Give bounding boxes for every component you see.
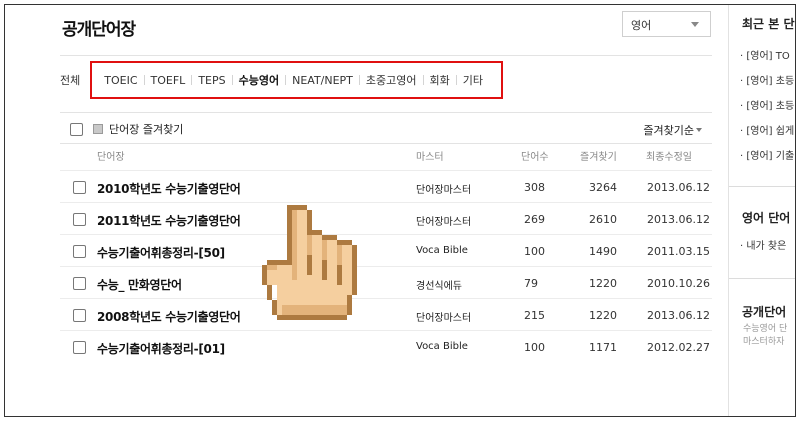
- category-filter: 전체 TOEIC TOEFL TEPS 수능영어 NEAT/NEPT 초중고영어…: [60, 60, 504, 100]
- column-header-date: 최종수정일: [646, 152, 692, 163]
- recent-item[interactable]: · [영어] TO: [740, 47, 790, 62]
- master-name[interactable]: Voca Bible: [416, 245, 468, 256]
- recent-item[interactable]: · [영어] 쉽게: [740, 122, 794, 137]
- last-modified-date: 2013.06.12: [647, 213, 710, 226]
- my-wordbook-title: 영어 단어: [742, 211, 791, 225]
- wordbook-table: 2010학년도 수능기출영단어 단어장마스터 308 3264 2013.06.…: [60, 170, 712, 362]
- my-wordbook-item[interactable]: · 내가 찾은: [740, 237, 786, 252]
- master-name[interactable]: 단어장마스터: [416, 213, 471, 228]
- filter-conversation[interactable]: 회화: [424, 72, 456, 88]
- table-row: 2010학년도 수능기출영단어 단어장마스터 308 3264 2013.06.…: [60, 170, 712, 202]
- filter-toefl[interactable]: TOEFL: [145, 74, 192, 87]
- favorite-count: 1220: [589, 277, 617, 290]
- recent-item[interactable]: · [영어] 기출: [740, 147, 794, 162]
- favorite-count: 1490: [589, 245, 617, 258]
- page-title: 공개단어장: [62, 20, 136, 40]
- table-row: 수능기출어휘총정리-[50] Voca Bible 100 1490 2011.…: [60, 234, 712, 266]
- word-count: 79: [524, 277, 538, 290]
- chevron-down-icon: [691, 22, 699, 27]
- column-header-wordbook: 단어장: [97, 152, 125, 163]
- last-modified-date: 2013.06.12: [647, 181, 710, 194]
- public-wordbook-desc: 수능영어 단: [743, 324, 788, 334]
- wordbook-name-link[interactable]: 수능기출어휘총정리-[50]: [97, 244, 225, 261]
- table-row: 2011학년도 수능기출영단어 단어장마스터 269 2610 2013.06.…: [60, 202, 712, 234]
- row-checkbox[interactable]: [73, 181, 86, 194]
- hand-pointer-icon: [262, 205, 357, 320]
- row-checkbox[interactable]: [73, 213, 86, 226]
- favorites-bar: 단어장 즐겨찾기 즐겨찾기순: [60, 117, 712, 141]
- column-header-favorites: 즐겨찾기: [580, 152, 617, 163]
- column-header-count: 단어수: [521, 152, 549, 163]
- filter-teps[interactable]: TEPS: [192, 74, 231, 87]
- title-divider: [60, 55, 712, 56]
- word-count: 100: [524, 245, 545, 258]
- favorite-count: 1171: [589, 341, 617, 354]
- select-all-checkbox[interactable]: [70, 122, 83, 136]
- public-wordbook-section: 공개단어 수능영어 단 마스터하자: [729, 278, 795, 416]
- wordbook-name-link[interactable]: 수능기출어휘총정리-[01]: [97, 340, 225, 357]
- my-wordbook-section: 영어 단어 · 내가 찾은: [729, 186, 795, 286]
- header-divider: [60, 143, 712, 144]
- language-select-value: 영어: [631, 19, 652, 32]
- table-row: 2008학년도 수능기출영단어 단어장마스터 215 1220 2013.06.…: [60, 298, 712, 330]
- table-row: 수능기출어휘총정리-[01] Voca Bible 100 1171 2012.…: [60, 330, 712, 362]
- filter-divider: [60, 112, 712, 113]
- wordbook-name-link[interactable]: 2008학년도 수능기출영단어: [97, 308, 241, 325]
- wordbook-name-link[interactable]: 2010학년도 수능기출영단어: [97, 180, 241, 197]
- word-count: 215: [524, 309, 545, 322]
- caret-down-icon: [696, 128, 702, 132]
- word-count: 308: [524, 181, 545, 194]
- row-checkbox[interactable]: [73, 277, 86, 290]
- filter-etc[interactable]: 기타: [457, 72, 489, 88]
- master-name[interactable]: 단어장마스터: [416, 181, 471, 196]
- filter-all[interactable]: 전체: [60, 72, 80, 88]
- sort-label: 즐겨찾기순: [643, 124, 694, 137]
- favorite-count: 3264: [589, 181, 617, 194]
- table-row: 수능_ 만화영단어 경선식에듀 79 1220 2010.10.26: [60, 266, 712, 298]
- filter-toeic[interactable]: TOEIC: [98, 74, 143, 87]
- public-wordbook-title: 공개단어: [742, 305, 787, 319]
- row-checkbox[interactable]: [73, 309, 86, 322]
- master-name[interactable]: 경선식에듀: [416, 277, 462, 292]
- public-wordbook-desc: 마스터하자: [743, 337, 785, 347]
- last-modified-date: 2013.06.12: [647, 309, 710, 322]
- sort-dropdown[interactable]: 즐겨찾기순: [643, 122, 702, 138]
- word-count: 100: [524, 341, 545, 354]
- filter-highlight-box: TOEIC TOEFL TEPS 수능영어 NEAT/NEPT 초중고영어 회화…: [90, 61, 504, 99]
- favorites-label[interactable]: 단어장 즐겨찾기: [109, 121, 183, 137]
- wordbook-name-link[interactable]: 수능_ 만화영단어: [97, 276, 182, 293]
- right-sidebar: 최근 본 단 · [영어] TO · [영어] 초등 · [영어] 초등 · […: [728, 5, 795, 416]
- wordbook-name-link[interactable]: 2011학년도 수능기출영단어: [97, 212, 241, 229]
- last-modified-date: 2012.02.27: [647, 341, 710, 354]
- filter-school[interactable]: 초중고영어: [360, 72, 423, 88]
- favorite-count: 1220: [589, 309, 617, 322]
- wordbook-icon: [93, 124, 103, 134]
- recent-wordbooks-title: 최근 본 단: [742, 17, 795, 31]
- favorite-count: 2610: [589, 213, 617, 226]
- filter-suneung[interactable]: 수능영어: [233, 72, 285, 88]
- row-checkbox[interactable]: [73, 341, 86, 354]
- recent-item[interactable]: · [영어] 초등: [740, 97, 794, 112]
- master-name[interactable]: 단어장마스터: [416, 309, 471, 324]
- last-modified-date: 2010.10.26: [647, 277, 710, 290]
- row-checkbox[interactable]: [73, 245, 86, 258]
- master-name[interactable]: Voca Bible: [416, 341, 468, 352]
- filter-neat-nept[interactable]: NEAT/NEPT: [286, 74, 359, 87]
- recent-item[interactable]: · [영어] 초등: [740, 72, 794, 87]
- main-content: 공개단어장 영어 전체 TOEIC TOEFL TEPS 수능영어 NEAT/N…: [60, 5, 715, 416]
- word-count: 269: [524, 213, 545, 226]
- column-header-master: 마스터: [416, 152, 444, 163]
- app-window: 공개단어장 영어 전체 TOEIC TOEFL TEPS 수능영어 NEAT/N…: [4, 4, 796, 417]
- last-modified-date: 2011.03.15: [647, 245, 710, 258]
- language-select[interactable]: 영어: [622, 11, 711, 37]
